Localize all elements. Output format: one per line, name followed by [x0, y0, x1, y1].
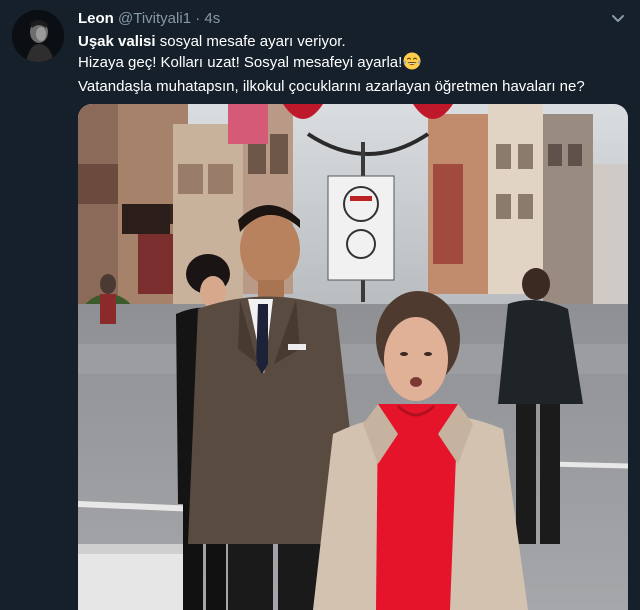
tweet[interactable]: Leon @Tivityali1 · 4s Uşak valisi sosyal…: [0, 0, 640, 610]
tweet-text-bold[interactable]: Uşak valisi: [78, 33, 156, 50]
tweet-text-line-2-text: Hizaya geç! Kolları uzat! Sosyal mesafey…: [78, 54, 403, 71]
display-name[interactable]: Leon: [78, 10, 114, 27]
tweet-text-line-2: Hizaya geç! Kolları uzat! Sosyal mesafey…: [78, 52, 628, 76]
tweet-text-line-1-rest: sosyal mesafe ayarı veriyor.: [155, 33, 346, 50]
avatar[interactable]: [12, 10, 64, 62]
avatar-image: [12, 10, 64, 62]
tweet-video[interactable]: [78, 104, 628, 610]
tweet-header: Leon @Tivityali1 · 4s: [78, 10, 220, 28]
video-frame: [78, 104, 628, 610]
tweet-text-line-1: Uşak valisi sosyal mesafe ayarı veriyor.: [78, 31, 628, 52]
separator-dot: ·: [195, 10, 201, 27]
user-handle[interactable]: @Tivityali1: [118, 10, 191, 27]
tweet-text-line-3: Vatandaşla muhatapsın, ilkokul çocukları…: [78, 78, 585, 95]
tweet-text: Uşak valisi sosyal mesafe ayarı veriyor.…: [78, 31, 628, 97]
laughing-emoji-icon: [403, 52, 421, 76]
chevron-down-icon[interactable]: [606, 6, 630, 30]
timestamp[interactable]: 4s: [204, 10, 220, 27]
